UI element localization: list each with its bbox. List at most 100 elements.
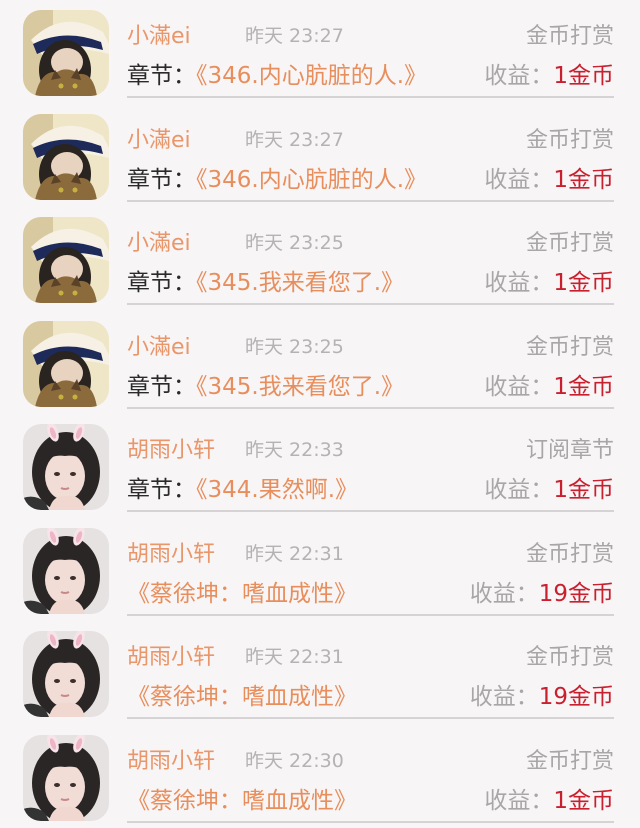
chapter-title[interactable]: 《346.内心肮脏的人.》 xyxy=(196,167,427,193)
currency-unit: 金币 xyxy=(568,270,614,296)
user-avatar-cat[interactable] xyxy=(23,217,109,303)
earnings-amount: 1 xyxy=(553,374,568,400)
chapter-label: 章节： xyxy=(127,374,196,400)
timestamp: 昨天 23:25 xyxy=(245,228,344,255)
chapter-title[interactable]: 《345.我来看您了.》 xyxy=(196,374,404,400)
record-header: 胡雨小轩 昨天 22:31 金币打赏 xyxy=(127,536,614,566)
record-detail: 《蔡徐坤：嗜血成性》 收益：1金币 xyxy=(127,781,614,815)
earnings-value: 1金币 xyxy=(553,63,614,89)
earnings-amount: 1 xyxy=(553,270,568,296)
earnings-amount: 1 xyxy=(553,167,568,193)
user-avatar-bunny[interactable] xyxy=(23,735,109,821)
username[interactable]: 小滿ei xyxy=(127,122,191,154)
record-header: 小滿ei 昨天 23:27 金币打赏 xyxy=(127,18,614,48)
username[interactable]: 胡雨小轩 xyxy=(127,743,215,775)
earnings-label: 收益： xyxy=(484,477,553,503)
user-avatar-bunny[interactable] xyxy=(23,424,109,510)
timestamp: 昨天 22:31 xyxy=(245,539,344,566)
chapter-title[interactable]: 《344.果然啊.》 xyxy=(196,477,358,503)
username[interactable]: 小滿ei xyxy=(127,329,191,361)
username[interactable]: 小滿ei xyxy=(127,18,191,50)
chapter-info: 章节：《345.我来看您了.》 xyxy=(127,367,404,401)
earnings: 收益：19金币 xyxy=(470,574,614,608)
user-avatar-bunny[interactable] xyxy=(23,631,109,717)
timestamp: 昨天 22:31 xyxy=(245,642,344,669)
reward-record[interactable]: 胡雨小轩 昨天 22:31 金币打赏 《蔡徐坤：嗜血成性》 收益：19金币 xyxy=(0,518,640,622)
record-detail: 章节：《345.我来看您了.》 收益：1金币 xyxy=(127,263,614,297)
currency-unit: 金币 xyxy=(568,374,614,400)
earnings-label: 收益： xyxy=(484,63,553,89)
chapter-title[interactable]: 《蔡徐坤：嗜血成性》 xyxy=(127,788,357,814)
record-detail: 《蔡徐坤：嗜血成性》 收益：19金币 xyxy=(127,677,614,711)
earnings-value: 19金币 xyxy=(539,684,614,710)
chapter-label: 章节： xyxy=(127,63,196,89)
earnings-amount: 19 xyxy=(539,684,568,710)
earnings-label: 收益： xyxy=(470,581,539,607)
earnings-label: 收益： xyxy=(484,270,553,296)
reward-record[interactable]: 小滿ei 昨天 23:25 金币打赏 章节：《345.我来看您了.》 收益：1金… xyxy=(0,311,640,415)
earnings-value: 1金币 xyxy=(553,167,614,193)
transaction-type: 金币打赏 xyxy=(526,18,614,50)
earnings: 收益：1金币 xyxy=(484,781,614,815)
reward-record[interactable]: 小滿ei 昨天 23:27 金币打赏 章节：《346.内心肮脏的人.》 收益：1… xyxy=(0,0,640,104)
reward-record[interactable]: 小滿ei 昨天 23:27 金币打赏 章节：《346.内心肮脏的人.》 收益：1… xyxy=(0,104,640,208)
record-content: 胡雨小轩 昨天 22:31 金币打赏 《蔡徐坤：嗜血成性》 收益：19金币 xyxy=(127,621,614,719)
user-avatar-bunny[interactable] xyxy=(23,528,109,614)
earnings-amount: 1 xyxy=(553,63,568,89)
currency-unit: 金币 xyxy=(568,581,614,607)
record-detail: 章节：《344.果然啊.》 收益：1金币 xyxy=(127,470,614,504)
chapter-title[interactable]: 《346.内心肮脏的人.》 xyxy=(196,63,427,89)
record-detail: 《蔡徐坤：嗜血成性》 收益：19金币 xyxy=(127,574,614,608)
earnings-amount: 19 xyxy=(539,581,568,607)
earnings-value: 1金币 xyxy=(553,477,614,503)
timestamp: 昨天 22:33 xyxy=(245,435,344,462)
chapter-info: 章节：《346.内心肮脏的人.》 xyxy=(127,56,427,90)
user-avatar-cat[interactable] xyxy=(23,10,109,96)
record-content: 小滿ei 昨天 23:25 金币打赏 章节：《345.我来看您了.》 收益：1金… xyxy=(127,207,614,305)
chapter-title[interactable]: 《345.我来看您了.》 xyxy=(196,270,404,296)
username[interactable]: 胡雨小轩 xyxy=(127,536,215,568)
user-avatar-cat[interactable] xyxy=(23,321,109,407)
earnings-label: 收益： xyxy=(484,788,553,814)
reward-list: 小滿ei 昨天 23:27 金币打赏 章节：《346.内心肮脏的人.》 收益：1… xyxy=(0,0,640,828)
chapter-info: 《蔡徐坤：嗜血成性》 xyxy=(127,781,357,815)
currency-unit: 金币 xyxy=(568,684,614,710)
timestamp: 昨天 22:30 xyxy=(245,746,344,773)
record-header: 小滿ei 昨天 23:27 金币打赏 xyxy=(127,122,614,152)
earnings-amount: 1 xyxy=(553,788,568,814)
record-content: 小滿ei 昨天 23:27 金币打赏 章节：《346.内心肮脏的人.》 收益：1… xyxy=(127,104,614,202)
user-avatar-cat[interactable] xyxy=(23,114,109,200)
reward-record[interactable]: 胡雨小轩 昨天 22:33 订阅章节 章节：《344.果然啊.》 收益：1金币 xyxy=(0,414,640,518)
earnings-value: 1金币 xyxy=(553,788,614,814)
earnings-value: 19金币 xyxy=(539,581,614,607)
record-content: 小滿ei 昨天 23:25 金币打赏 章节：《345.我来看您了.》 收益：1金… xyxy=(127,311,614,409)
chapter-info: 《蔡徐坤：嗜血成性》 xyxy=(127,574,357,608)
chapter-title[interactable]: 《蔡徐坤：嗜血成性》 xyxy=(127,684,357,710)
reward-record[interactable]: 胡雨小轩 昨天 22:30 金币打赏 《蔡徐坤：嗜血成性》 收益：1金币 xyxy=(0,725,640,828)
currency-unit: 金币 xyxy=(568,788,614,814)
username[interactable]: 小滿ei xyxy=(127,225,191,257)
record-header: 胡雨小轩 昨天 22:33 订阅章节 xyxy=(127,432,614,462)
chapter-info: 章节：《346.内心肮脏的人.》 xyxy=(127,160,427,194)
username[interactable]: 胡雨小轩 xyxy=(127,432,215,464)
timestamp: 昨天 23:25 xyxy=(245,332,344,359)
earnings-label: 收益： xyxy=(470,684,539,710)
username[interactable]: 胡雨小轩 xyxy=(127,639,215,671)
chapter-label: 章节： xyxy=(127,477,196,503)
chapter-title[interactable]: 《蔡徐坤：嗜血成性》 xyxy=(127,581,357,607)
transaction-type: 金币打赏 xyxy=(526,122,614,154)
currency-unit: 金币 xyxy=(568,167,614,193)
transaction-type: 金币打赏 xyxy=(526,329,614,361)
timestamp: 昨天 23:27 xyxy=(245,125,344,152)
timestamp: 昨天 23:27 xyxy=(245,21,344,48)
record-content: 小滿ei 昨天 23:27 金币打赏 章节：《346.内心肮脏的人.》 收益：1… xyxy=(127,0,614,98)
transaction-type: 订阅章节 xyxy=(526,432,614,464)
earnings: 收益：1金币 xyxy=(484,160,614,194)
chapter-info: 章节：《344.果然啊.》 xyxy=(127,470,358,504)
earnings-value: 1金币 xyxy=(553,270,614,296)
reward-record[interactable]: 胡雨小轩 昨天 22:31 金币打赏 《蔡徐坤：嗜血成性》 收益：19金币 xyxy=(0,621,640,725)
reward-record[interactable]: 小滿ei 昨天 23:25 金币打赏 章节：《345.我来看您了.》 收益：1金… xyxy=(0,207,640,311)
transaction-type: 金币打赏 xyxy=(526,225,614,257)
record-detail: 章节：《346.内心肮脏的人.》 收益：1金币 xyxy=(127,56,614,90)
earnings-amount: 1 xyxy=(553,477,568,503)
